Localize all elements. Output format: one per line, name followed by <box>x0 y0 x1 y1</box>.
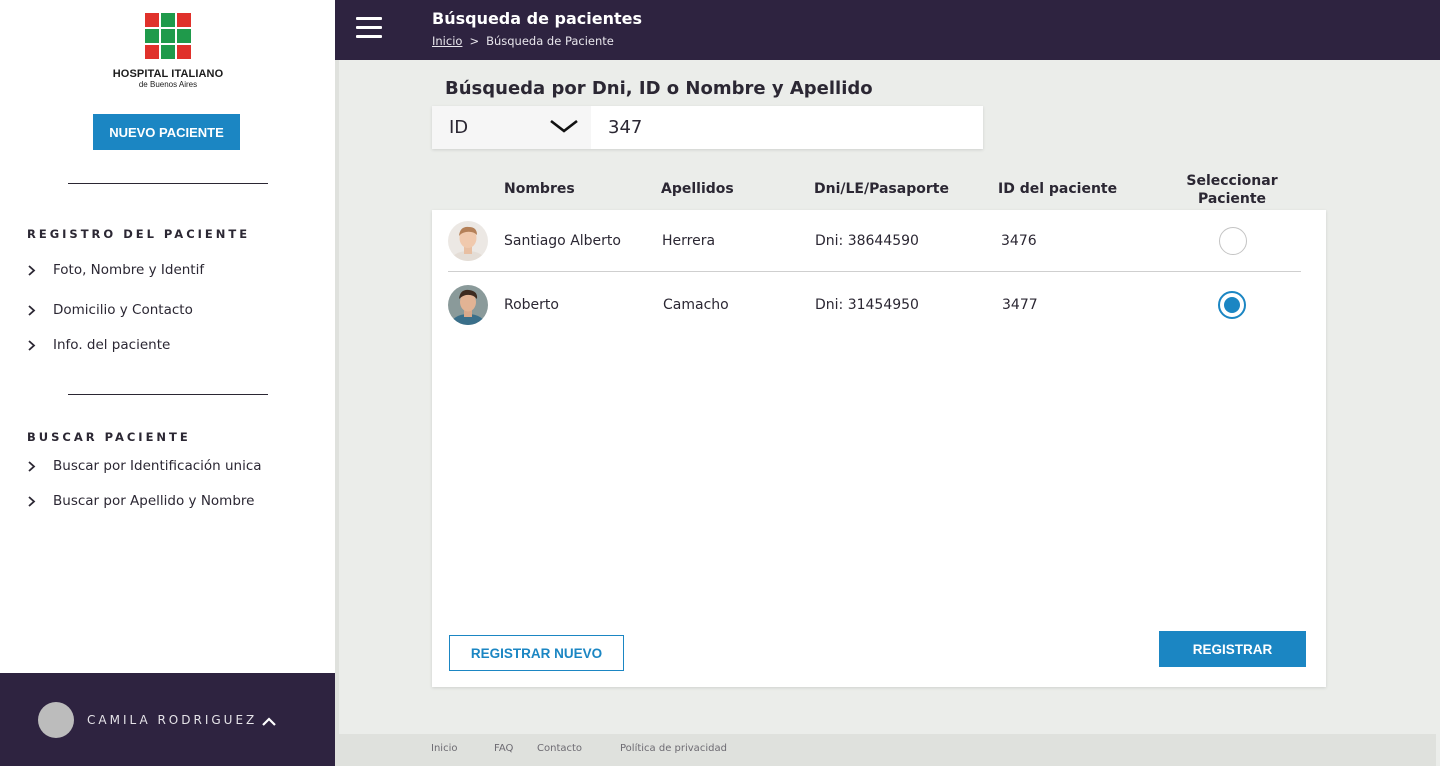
chevron-up-icon[interactable] <box>261 712 277 731</box>
column-header-apellidos: Apellidos <box>661 181 734 197</box>
chevron-right-icon <box>27 264 53 276</box>
patient-dni: Dni: 38644590 <box>815 232 919 249</box>
patient-apellidos: Herrera <box>662 232 716 249</box>
footer-link-privacidad[interactable]: Política de privacidad <box>620 743 727 754</box>
footer-link-inicio[interactable]: Inicio <box>431 743 457 754</box>
results-panel: Santiago Alberto Herrera Dni: 38644590 3… <box>432 210 1326 687</box>
sidebar-item-foto-nombre[interactable]: Foto, Nombre y Identif <box>27 262 204 278</box>
search-type-select[interactable]: ID <box>432 106 591 149</box>
table-row[interactable]: Roberto Camacho Dni: 31454950 3477 <box>448 274 1301 336</box>
breadcrumb: Inicio > Búsqueda de Paciente <box>432 34 614 48</box>
column-header-seleccionar: Seleccionar Paciente <box>1186 173 1278 207</box>
sidebar: HOSPITAL ITALIANO de Buenos Aires NUEVO … <box>0 0 335 766</box>
page-title: Búsqueda de pacientes <box>432 9 642 28</box>
sidebar-item-label: Buscar por Identificación unica <box>53 458 262 474</box>
column-header-nombres: Nombres <box>504 181 575 197</box>
logo-subtitle: de Buenos Aires <box>138 80 198 89</box>
chevron-right-icon <box>27 339 53 351</box>
sidebar-item-buscar-apellido[interactable]: Buscar por Apellido y Nombre <box>27 493 254 509</box>
sidebar-item-domicilio[interactable]: Domicilio y Contacto <box>27 302 193 318</box>
section-title-registro: REGISTRO DEL PACIENTE <box>27 227 251 241</box>
top-header: Búsqueda de pacientes Inicio > Búsqueda … <box>335 0 1440 60</box>
register-new-button[interactable]: REGISTRAR NUEVO <box>449 635 624 671</box>
patient-photo <box>448 220 488 261</box>
patient-photo <box>448 285 488 325</box>
logo-title: HOSPITAL ITALIANO <box>112 68 224 80</box>
patient-apellidos: Camacho <box>663 297 729 313</box>
user-name: CAMILA RODRIGUEZ <box>87 713 258 727</box>
breadcrumb-home-link[interactable]: Inicio <box>432 34 462 48</box>
patient-id: 3476 <box>1001 232 1037 249</box>
search-bar: ID <box>432 106 983 149</box>
chevron-down-icon <box>549 118 579 138</box>
hospital-cross-icon <box>145 13 191 59</box>
sidebar-item-label: Foto, Nombre y Identif <box>53 262 205 278</box>
search-input[interactable] <box>591 106 983 149</box>
new-patient-button[interactable]: NUEVO PACIENTE <box>93 114 240 150</box>
sidebar-item-info[interactable]: Info. del paciente <box>27 337 170 353</box>
sidebar-item-label: Info. del paciente <box>53 337 171 353</box>
footer-link-faq[interactable]: FAQ <box>494 743 513 754</box>
hospital-logo[interactable]: HOSPITAL ITALIANO de Buenos Aires <box>109 13 227 89</box>
search-type-value: ID <box>449 117 469 138</box>
patient-id: 3477 <box>1002 297 1038 313</box>
footer-link-contacto[interactable]: Contacto <box>537 743 582 754</box>
chevron-right-icon <box>27 304 53 316</box>
hamburger-menu-icon[interactable] <box>356 17 382 39</box>
patient-nombres: Roberto <box>504 297 559 313</box>
column-header-dni: Dni/LE/Pasaporte <box>814 181 949 197</box>
table-row[interactable]: Santiago Alberto Herrera Dni: 38644590 3… <box>448 210 1301 272</box>
chevron-right-icon <box>27 460 53 472</box>
search-heading: Búsqueda por Dni, ID o Nombre y Apellido <box>445 78 873 99</box>
content-edge <box>335 60 339 734</box>
footer: Inicio FAQ Contacto Política de privacid… <box>335 734 1436 766</box>
patient-dni: Dni: 31454950 <box>815 297 919 313</box>
section-title-buscar: BUSCAR PACIENTE <box>27 430 191 444</box>
sidebar-divider <box>68 183 268 184</box>
select-patient-radio[interactable] <box>1218 291 1246 319</box>
sidebar-item-label: Buscar por Apellido y Nombre <box>53 493 255 509</box>
sidebar-item-buscar-id[interactable]: Buscar por Identificación unica <box>27 458 262 474</box>
breadcrumb-separator: > <box>469 34 480 48</box>
sidebar-item-label: Domicilio y Contacto <box>53 302 193 318</box>
patient-nombres: Santiago Alberto <box>504 232 621 249</box>
register-button[interactable]: REGISTRAR <box>1159 631 1306 667</box>
chevron-right-icon <box>27 495 53 507</box>
sidebar-divider <box>68 394 268 395</box>
avatar <box>38 702 74 738</box>
select-patient-radio[interactable] <box>1219 226 1247 255</box>
breadcrumb-current: Búsqueda de Paciente <box>486 34 614 48</box>
column-header-id: ID del paciente <box>998 181 1118 197</box>
user-menu[interactable]: CAMILA RODRIGUEZ <box>0 673 335 766</box>
